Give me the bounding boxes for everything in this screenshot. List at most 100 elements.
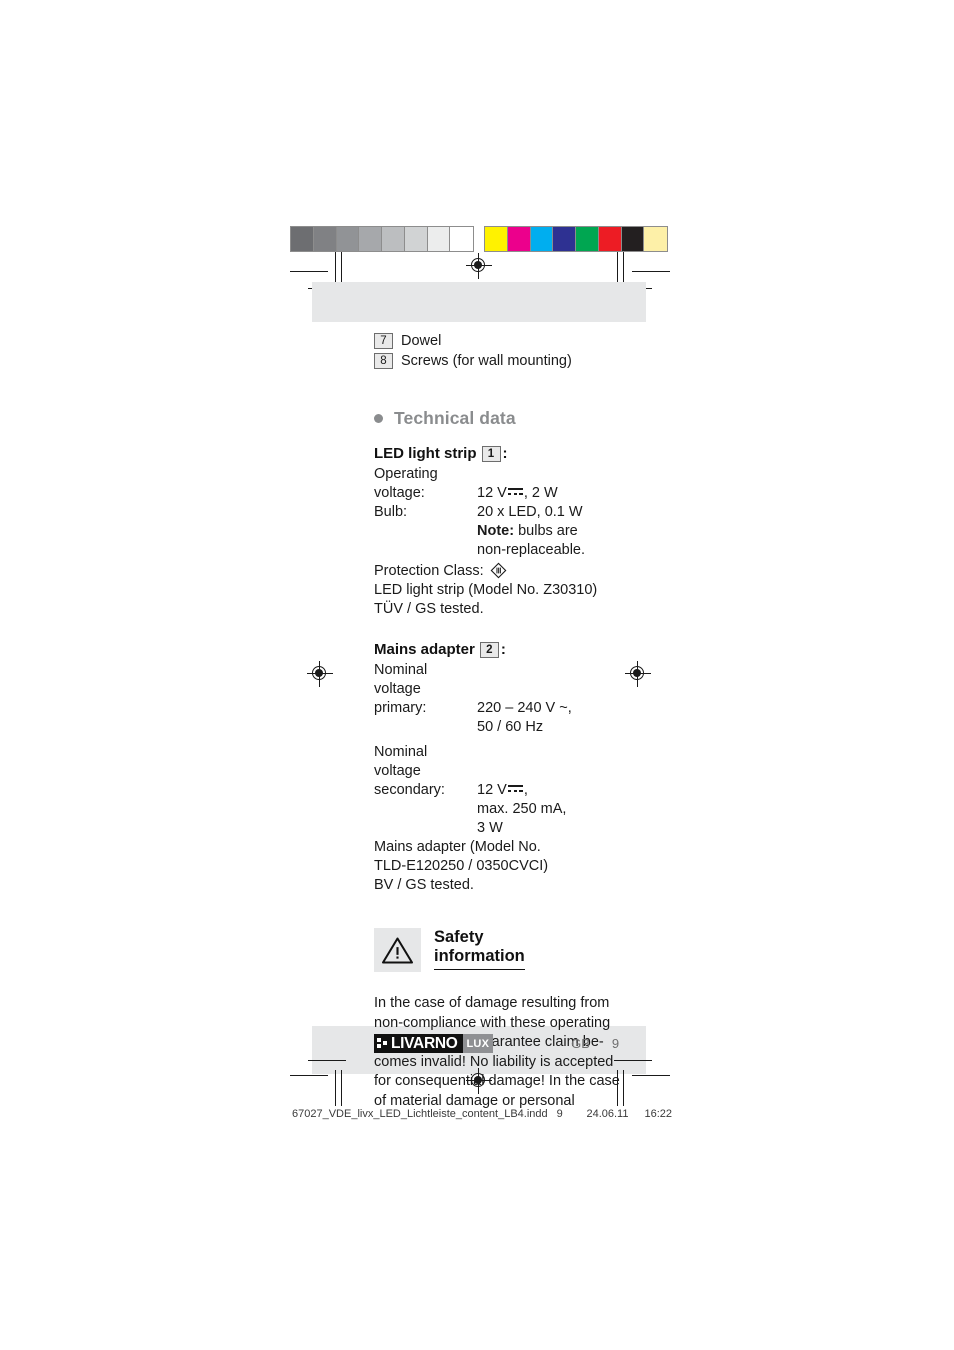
protection-class-label: Protection Class: xyxy=(374,563,484,579)
safety-information-heading: Safety information xyxy=(374,928,674,972)
color-swatch xyxy=(382,227,405,251)
spec-value: Note: bulbs are xyxy=(477,522,674,541)
color-swatch xyxy=(598,227,622,251)
crop-mark xyxy=(341,1070,343,1106)
dc-current-icon xyxy=(507,487,523,496)
color-swatch xyxy=(313,227,337,251)
color-swatch xyxy=(621,227,645,251)
paragraph-line: In the case of damage resulting from xyxy=(374,995,610,1011)
bullet-icon xyxy=(374,414,383,423)
logo-wordmark: LIVARNO xyxy=(374,1034,463,1053)
part-label: Screws (for wall mounting) xyxy=(401,353,572,369)
voltage-suffix: , xyxy=(523,782,528,798)
subheading-label: LED light strip xyxy=(374,445,477,462)
spec-label: secondary: xyxy=(374,782,445,798)
spec-row: max. 250 mA, xyxy=(374,800,674,819)
part-number-badge: 1 xyxy=(481,446,501,462)
color-swatch xyxy=(404,227,428,251)
color-swatch xyxy=(644,227,668,251)
crop-mark xyxy=(623,1070,625,1106)
color-swatch xyxy=(507,227,531,251)
part-number-badge: 2 xyxy=(479,642,499,658)
logo-lux-badge: LUX xyxy=(462,1034,494,1053)
part-number-badge: 7 xyxy=(374,333,393,349)
crop-mark xyxy=(632,271,670,273)
crop-mark xyxy=(290,271,328,273)
voltage-value: 12 V xyxy=(477,782,507,798)
paragraph-line: for consequential damage! In the case xyxy=(374,1073,620,1090)
spec-value: 3 W xyxy=(477,820,503,836)
spec-row: Bulb: 20 x LED, 0.1 W xyxy=(374,503,674,522)
spec-label: primary: xyxy=(374,700,427,716)
part-number-badge: 8 xyxy=(374,353,393,369)
colon: : xyxy=(502,445,508,462)
page-content: 7 Dowel 8 Screws (for wall mounting) Tec… xyxy=(374,332,674,1112)
spec-value: 50 / 60 Hz xyxy=(477,719,544,735)
warning-icon-box xyxy=(374,928,421,972)
safety-title-line-1: Safety xyxy=(434,928,484,946)
adapter-model-line-2: TLD-E120250 / 0350CVCI) xyxy=(374,858,549,874)
spec-value xyxy=(477,743,674,781)
led-model-line: LED light strip (Model No. Z30310) xyxy=(374,582,598,598)
spec-value xyxy=(477,465,674,484)
protection-class-row: Protection Class: xyxy=(374,562,674,581)
led-tested-line: TÜV / GS tested. xyxy=(374,601,484,617)
paragraph-line: non-compliance with these operating xyxy=(374,1014,611,1031)
color-swatch xyxy=(485,227,508,251)
print-page: 9 xyxy=(556,1108,563,1120)
spec-row: voltage: 12 V , 2 W xyxy=(374,484,674,503)
spec-value: 220 – 240 V ~, xyxy=(477,700,572,716)
spec-value: non-replaceable. xyxy=(477,542,586,558)
spec-value: 12 V , 2 W xyxy=(477,484,674,503)
color-swatch xyxy=(427,227,451,251)
voltage-suffix: , 2 W xyxy=(523,485,558,501)
color-swatch xyxy=(336,227,360,251)
color-swatch xyxy=(291,227,314,251)
page-number: 9 xyxy=(611,1036,620,1051)
spec-value: 12 V, xyxy=(477,781,674,800)
section-heading-label: Technical data xyxy=(394,408,516,428)
spec-row: primary: 220 – 240 V ~, xyxy=(374,699,674,718)
dc-current-icon xyxy=(507,784,523,793)
livarno-lux-logo: LIVARNO LUX xyxy=(374,1034,494,1053)
note-label: Note: xyxy=(477,523,515,539)
print-time: 16:22 xyxy=(644,1108,672,1120)
section-heading-technical-data: Technical data xyxy=(374,408,674,429)
logo-main-text: LIVARNO xyxy=(391,1034,458,1052)
crop-mark xyxy=(614,1060,652,1062)
parts-list: 7 Dowel 8 Screws (for wall mounting) xyxy=(374,332,674,371)
adapter-tested-line: BV / GS tested. xyxy=(374,877,474,893)
color-swatch xyxy=(450,227,474,251)
color-swatch xyxy=(530,227,554,251)
spec-table-mains-adapter: Nominal voltage primary: 220 – 240 V ~, … xyxy=(374,661,674,838)
subheading-label: Mains adapter xyxy=(374,641,475,658)
crop-mark xyxy=(632,1075,670,1077)
spec-row: 50 / 60 Hz xyxy=(374,718,674,737)
registration-mark-bottom xyxy=(466,1068,492,1094)
note-text: bulbs are xyxy=(514,523,578,539)
spec-row: Note: bulbs are xyxy=(374,522,674,541)
crop-mark xyxy=(290,1075,328,1077)
subheading-led-light-strip: LED light strip 1 : xyxy=(374,445,674,463)
warning-triangle-icon xyxy=(381,936,414,964)
color-swatch xyxy=(359,227,383,251)
spec-label: voltage: xyxy=(374,485,425,501)
crop-mark xyxy=(335,1070,337,1106)
color-swatch xyxy=(576,227,599,251)
spec-label: Bulb: xyxy=(374,504,408,520)
safety-information-title: Safety information xyxy=(434,928,525,970)
spec-value: max. 250 mA, xyxy=(477,801,567,817)
spec-value: 20 x LED, 0.1 W xyxy=(477,504,583,520)
voltage-value: 12 V xyxy=(477,485,507,501)
adapter-model-line-1: Mains adapter (Model No. xyxy=(374,839,541,855)
page-meta: GB 9 xyxy=(571,1036,619,1051)
spec-label: Nominal voltage xyxy=(374,744,428,779)
registration-mark-top xyxy=(466,253,492,279)
locale-code: GB xyxy=(571,1036,590,1051)
list-item: 8 Screws (for wall mounting) xyxy=(374,352,674,371)
grayscale-calibration-bar xyxy=(290,226,474,252)
list-item: 7 Dowel xyxy=(374,332,674,351)
spec-label xyxy=(374,541,477,560)
page-header-band xyxy=(312,282,646,322)
process-color-calibration-bar xyxy=(484,226,668,252)
